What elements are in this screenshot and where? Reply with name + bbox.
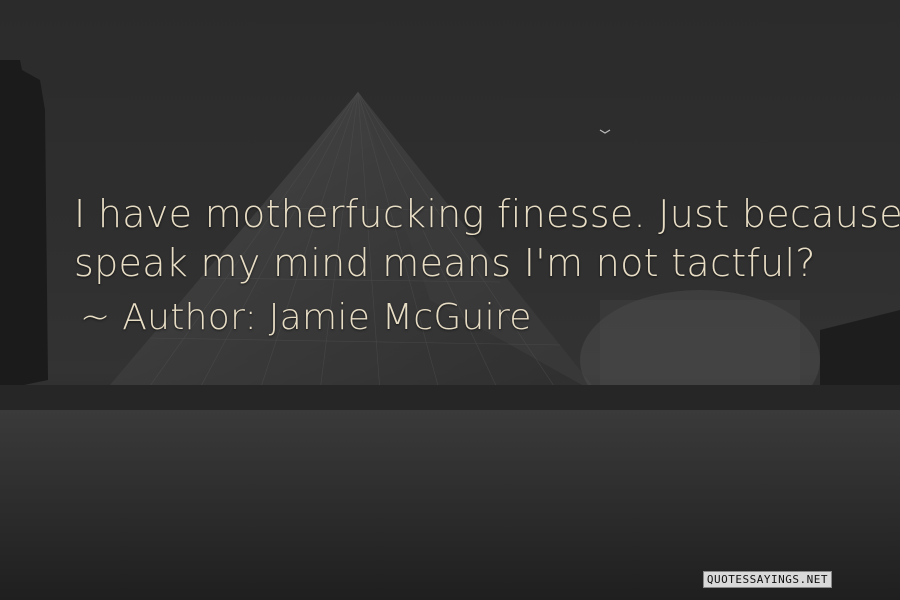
quote-author: ~ Author: Jamie McGuire <box>80 297 532 338</box>
quote-line: speak my mind means I'm not tactful? <box>74 241 816 285</box>
quote-image: I have motherfucking finesse. Just becau… <box>0 0 900 600</box>
quote-line: I have motherfucking finesse. Just becau… <box>74 192 900 236</box>
left-building-shape <box>0 60 48 390</box>
quote-text: I have motherfucking finesse. Just becau… <box>74 190 900 342</box>
watermark: QUOTESSAYINGS.NET <box>702 571 832 588</box>
